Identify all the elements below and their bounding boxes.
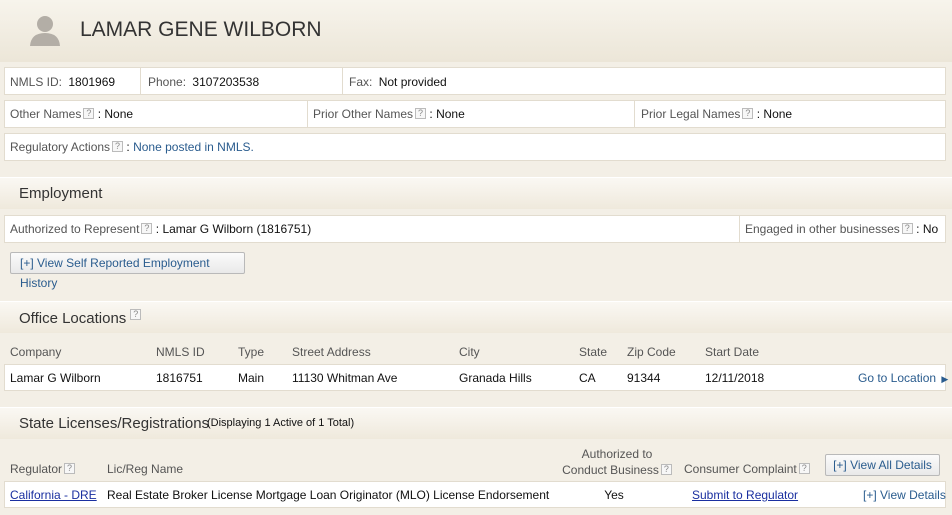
colon: : (155, 222, 160, 236)
submit-to-regulator-link[interactable]: Submit to Regulator (692, 488, 798, 502)
fax-value: Not provided (378, 75, 447, 89)
col-authorized: Authorized to Conduct Business? (562, 446, 672, 478)
nmls-id: NMLS ID: 1801969 (10, 75, 115, 89)
office-street: 11130 Whitman Ave (292, 371, 398, 385)
office-zip: 91344 (627, 371, 661, 385)
authorized-label: Authorized to Represent (10, 222, 140, 236)
col-lic-reg-name: Lic/Reg Name (107, 462, 184, 476)
col-consumer-complaint: Consumer Complaint? (684, 462, 810, 476)
col-authorized-line2: Conduct Business? (562, 462, 672, 478)
colon: : (916, 222, 920, 236)
help-icon[interactable]: ? (141, 223, 153, 234)
other-names-value: None (104, 107, 134, 121)
engaged-label: Engaged in other businesses (745, 222, 900, 236)
col-authorized-line1: Authorized to (581, 447, 653, 461)
col-city: City (459, 345, 480, 359)
regulator-link[interactable]: California - DRE (10, 488, 97, 502)
license-name: Real Estate Broker License Mortgage Loan… (107, 488, 550, 502)
office-nmls-id: 1816751 (156, 371, 203, 385)
go-to-location-link[interactable]: Go to Location ▶ (858, 371, 948, 385)
colon: : (97, 107, 102, 121)
engaged-value: No (922, 222, 939, 236)
person-icon (30, 16, 60, 46)
col-zip: Zip Code (627, 345, 676, 359)
col-consumer-complaint-label: Consumer Complaint (684, 462, 797, 476)
office-type: Main (238, 371, 265, 385)
help-icon[interactable]: ? (901, 223, 913, 234)
col-type: Type (238, 345, 265, 359)
help-icon[interactable]: ? (660, 464, 672, 475)
licenses-subtitle: (Displaying 1 Active of 1 Total) (207, 417, 355, 429)
fax-label: Fax: (349, 75, 373, 89)
prior-other-names-value: None (436, 107, 465, 121)
help-icon[interactable]: ? (83, 108, 95, 119)
phone-label: Phone: (148, 75, 187, 89)
office-city: Granada Hills (459, 371, 532, 385)
prior-other-names: Prior Other Names? : None (313, 107, 465, 121)
col-nmls-id: NMLS ID (156, 345, 205, 359)
authorized-value: Yes (604, 488, 624, 502)
help-icon[interactable]: ? (742, 108, 754, 119)
col-regulator-label: Regulator (10, 462, 63, 476)
office-locations-header (0, 301, 952, 333)
avatar (28, 14, 62, 46)
office-locations-title-text: Office Locations (19, 310, 127, 327)
other-names-label: Other Names (10, 107, 82, 121)
regulatory-actions-value: None posted in NMLS. (133, 140, 254, 154)
office-company: Lamar G Wilborn (10, 371, 101, 385)
prior-legal-names-label: Prior Legal Names (641, 107, 741, 121)
go-to-location-label: Go to Location (858, 371, 937, 385)
col-authorized-line2-text: Conduct Business (562, 463, 659, 477)
help-icon[interactable]: ? (112, 141, 124, 152)
col-regulator: Regulator? (10, 462, 76, 476)
office-locations-title: Office Locations? (19, 309, 142, 327)
help-icon[interactable]: ? (64, 463, 76, 474)
office-state: CA (579, 371, 596, 385)
phone: Phone: 3107203538 (148, 75, 259, 89)
view-all-details-button[interactable]: [+] View All Details (825, 454, 940, 476)
col-state: State (579, 345, 608, 359)
employment-header (0, 177, 952, 209)
regulatory-actions-label: Regulatory Actions (10, 140, 111, 154)
engaged-other-businesses: Engaged in other businesses? : No (745, 222, 938, 236)
prior-legal-names-value: None (763, 107, 793, 121)
other-names: Other Names? : None (10, 107, 133, 121)
names-row (4, 100, 946, 128)
help-icon[interactable]: ? (130, 309, 142, 320)
colon: : (429, 107, 433, 121)
col-start-date: Start Date (705, 345, 760, 359)
colon: : (126, 140, 130, 154)
help-icon[interactable]: ? (798, 463, 810, 474)
prior-other-names-label: Prior Other Names (313, 107, 414, 121)
col-company: Company (10, 345, 62, 359)
phone-value: 3107203538 (192, 75, 260, 89)
help-icon[interactable]: ? (415, 108, 427, 119)
col-street: Street Address (292, 345, 371, 359)
page-title: LAMAR GENE WILBORN (80, 18, 322, 41)
colon: : (756, 107, 761, 121)
office-start-date: 12/11/2018 (705, 371, 765, 385)
fax: Fax: Not provided (349, 75, 447, 89)
authorized-to-represent: Authorized to Represent? : Lamar G Wilbo… (10, 222, 311, 236)
regulatory-actions: Regulatory Actions? : None posted in NML… (10, 140, 254, 154)
view-employment-history-button[interactable]: [+] View Self Reported Employment Histor… (10, 252, 245, 290)
prior-legal-names: Prior Legal Names? : None (641, 107, 792, 121)
contact-row (4, 67, 946, 95)
nmls-id-value: 1801969 (68, 75, 116, 89)
employment-title: Employment (19, 185, 103, 202)
authorized-value: Lamar G Wilborn (1816751) (162, 222, 312, 236)
licenses-title: State Licenses/Registrations (19, 415, 210, 432)
view-details-link[interactable]: [+] View Details (863, 488, 946, 502)
chevron-right-icon: ▶ (941, 374, 949, 384)
nmls-id-label: NMLS ID: (10, 75, 63, 89)
